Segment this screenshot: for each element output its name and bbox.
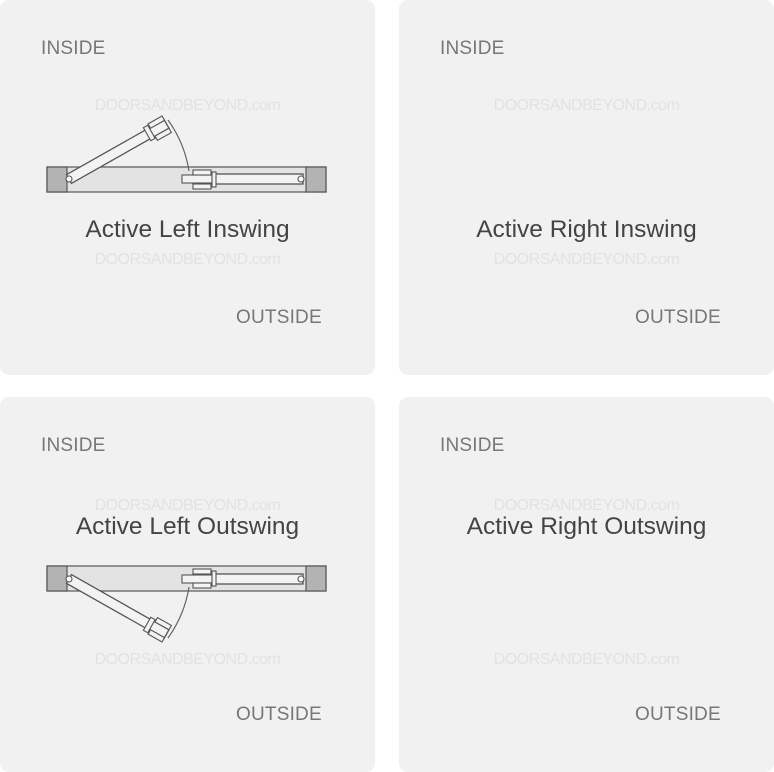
inside-label: INSIDE xyxy=(440,38,505,59)
outside-label: OUTSIDE xyxy=(635,307,721,328)
outside-label: OUTSIDE xyxy=(635,704,721,725)
inside-label: INSIDE xyxy=(41,435,106,456)
door-plan-diagram xyxy=(399,100,774,220)
watermark: DOORSANDBEYOND.com xyxy=(493,651,680,668)
door-plan-diagram xyxy=(46,565,327,643)
door-plan-diagram xyxy=(46,115,327,193)
panel-active-left-inswing: INSIDE DOORSANDBEYOND.com Active Left In… xyxy=(0,0,375,375)
watermark: DOORSANDBEYOND.com xyxy=(94,651,281,668)
outside-label: OUTSIDE xyxy=(236,704,322,725)
panel-active-left-outswing: INSIDE DOORSANDBEYOND.com Active Left Ou… xyxy=(0,397,375,772)
inside-label: INSIDE xyxy=(41,38,106,59)
watermark: DOORSANDBEYOND.com xyxy=(493,251,680,268)
watermark: DOORSANDBEYOND.com xyxy=(94,251,281,268)
panel-active-right-inswing: INSIDE DOORSANDBEYOND.com Active Right I… xyxy=(399,0,774,375)
inside-label: INSIDE xyxy=(440,435,505,456)
door-title: Active Left Inswing xyxy=(85,216,290,243)
door-plan-diagram xyxy=(399,498,774,618)
panel-active-right-outswing: INSIDE DOORSANDBEYOND.com Active Right O… xyxy=(399,397,774,772)
door-title: Active Right Inswing xyxy=(476,216,697,243)
outside-label: OUTSIDE xyxy=(236,307,322,328)
